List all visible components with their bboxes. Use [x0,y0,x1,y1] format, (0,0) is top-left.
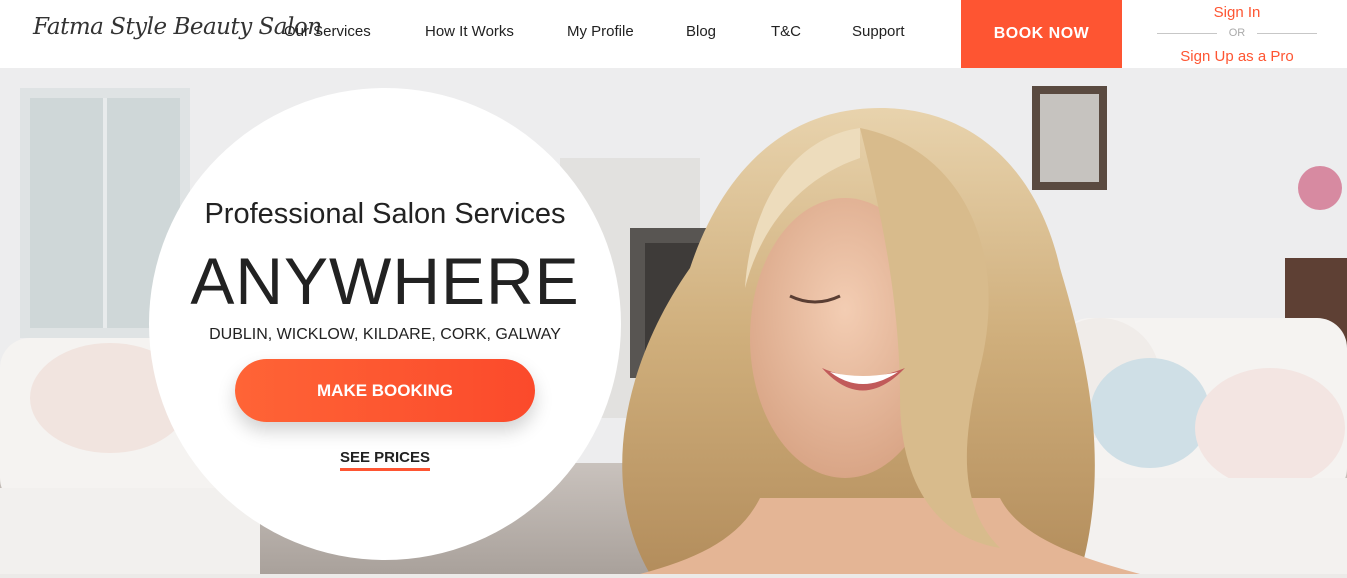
hero-bottom-strip [0,574,1347,578]
or-text: OR [1228,27,1246,39]
or-divider: OR [1157,26,1317,40]
hero-circle-card: Professional Salon Services ANYWHERE DUB… [149,88,621,560]
nav-terms[interactable]: T&C [771,23,801,40]
nav-support[interactable]: Support [852,23,905,40]
site-logo[interactable]: Fatma Style Beauty Salon [33,14,322,40]
nav-how-it-works[interactable]: How It Works [425,23,514,40]
auth-links: Sign In OR Sign Up as a Pro [1157,0,1317,68]
divider-line-left [1157,32,1217,34]
nav-our-services[interactable]: Our Services [284,23,371,40]
sign-in-link[interactable]: Sign In [1157,4,1317,21]
nav-my-profile[interactable]: My Profile [567,23,634,40]
sign-up-pro-link[interactable]: Sign Up as a Pro [1157,48,1317,65]
nav-blog[interactable]: Blog [686,23,716,40]
hero-subtitle: Professional Salon Services [204,198,566,230]
hero-title: ANYWHERE [190,244,580,318]
site-header: Fatma Style Beauty Salon Our Services Ho… [0,0,1347,68]
see-prices-link[interactable]: SEE PRICES [339,449,431,471]
make-booking-button[interactable]: MAKE BOOKING [235,359,535,422]
service-areas-text: DUBLIN, WICKLOW, KILDARE, CORK, GALWAY [209,326,561,343]
book-now-button[interactable]: BOOK NOW [961,0,1122,68]
divider-line-right [1257,32,1317,34]
see-prices-link-wrap: SEE PRICES [149,449,621,471]
